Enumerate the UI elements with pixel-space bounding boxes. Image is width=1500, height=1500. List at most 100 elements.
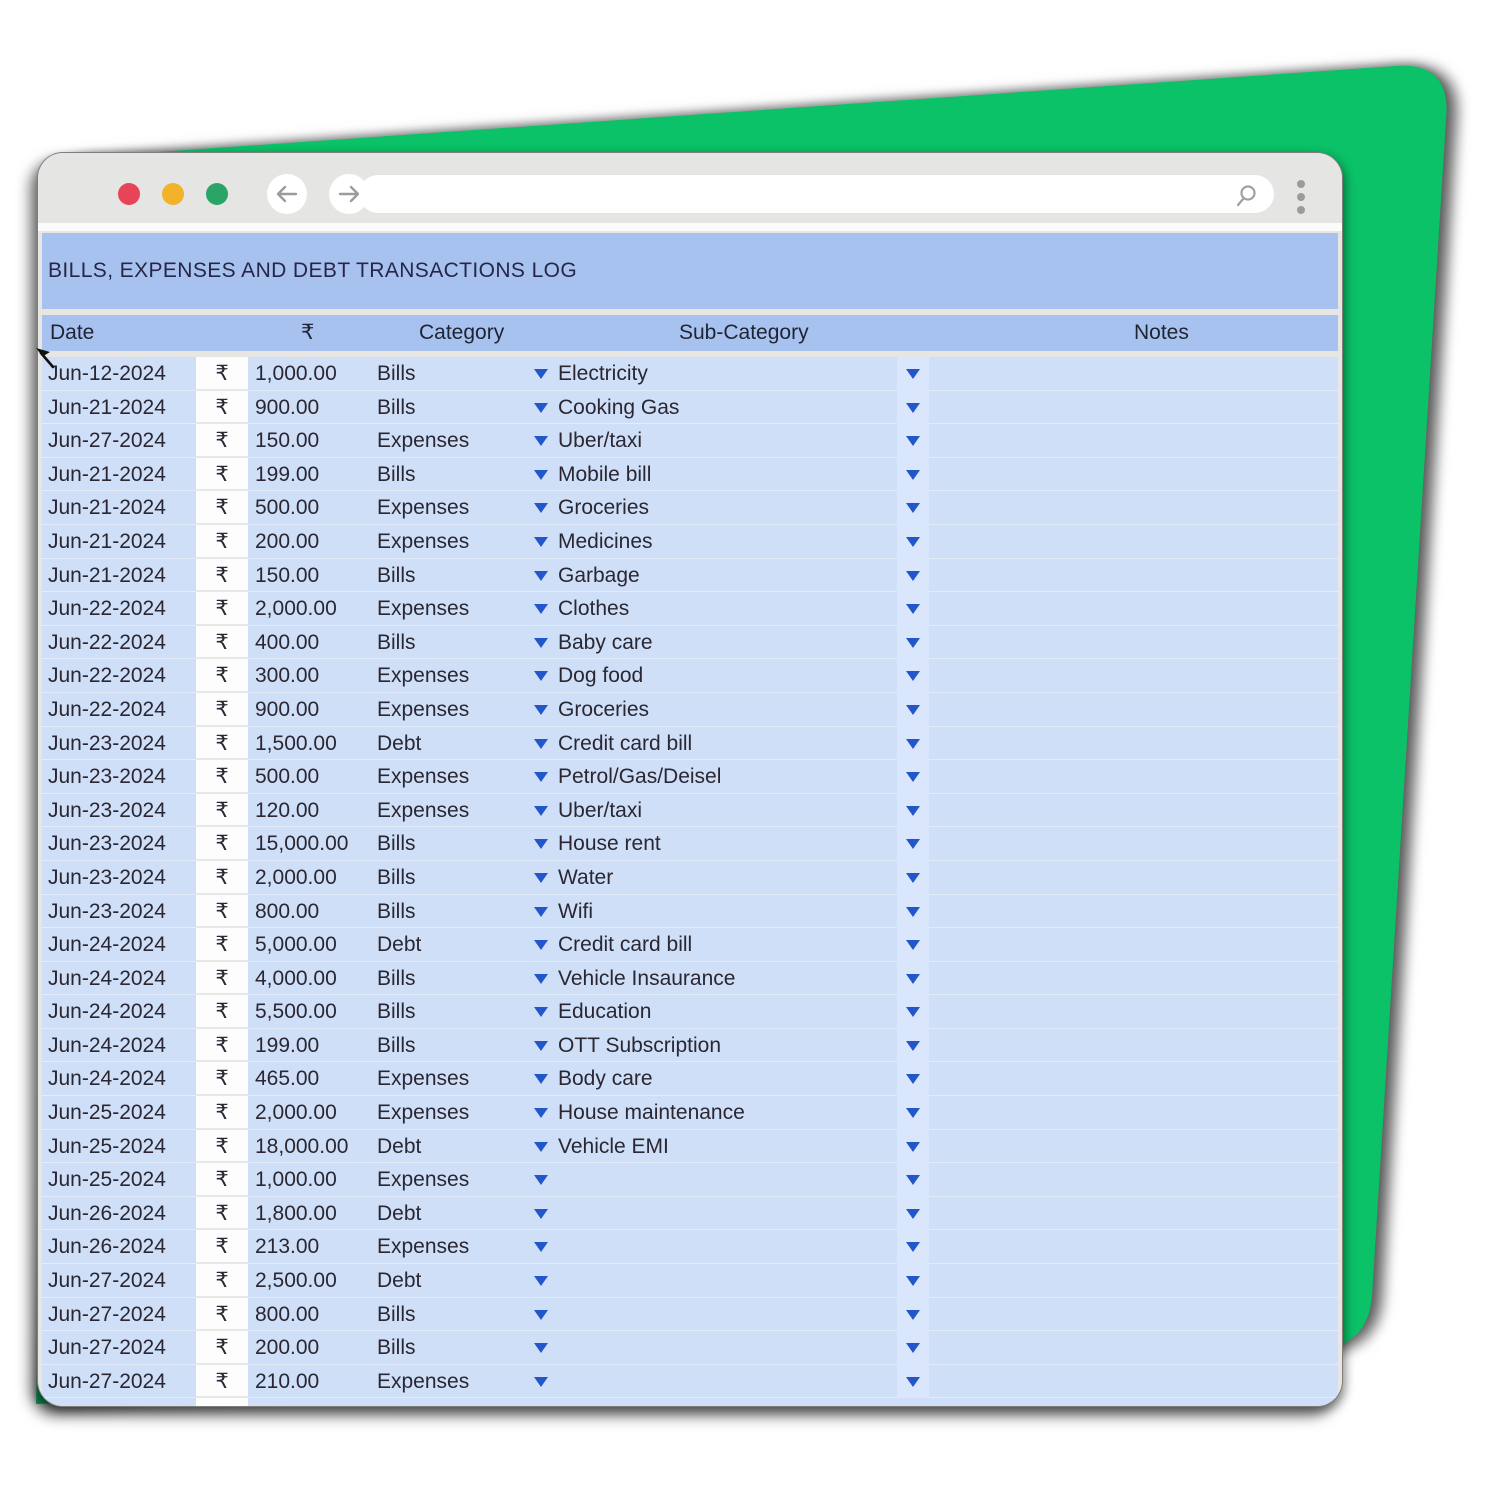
category-dropdown-icon[interactable] — [534, 1142, 548, 1152]
category-dropdown-icon[interactable] — [534, 671, 548, 681]
cell-currency[interactable]: ₹ — [196, 357, 248, 391]
cell-category[interactable]: Bills — [377, 895, 527, 929]
sub-category-dropdown-icon[interactable] — [906, 806, 920, 816]
cell-amount[interactable]: 900.00 — [255, 391, 373, 425]
cell-date[interactable]: Jun-24-2024 — [48, 1062, 194, 1096]
traffic-light-close-button[interactable] — [118, 183, 140, 205]
cell-sub-category[interactable]: Vehicle EMI — [558, 1130, 888, 1164]
cell-notes[interactable] — [932, 895, 1332, 929]
cell-currency[interactable]: ₹ — [196, 861, 248, 895]
cell-sub-category[interactable]: Body care — [558, 1062, 888, 1096]
category-dropdown-icon[interactable] — [534, 1007, 548, 1017]
cell-amount[interactable]: 210.00 — [255, 1365, 373, 1399]
sub-category-dropdown-icon[interactable] — [906, 638, 920, 648]
cell-notes[interactable] — [932, 1298, 1332, 1332]
cell-currency[interactable]: ₹ — [196, 1130, 248, 1164]
cell-notes[interactable] — [932, 592, 1332, 626]
cell-notes[interactable] — [932, 1163, 1332, 1197]
sub-category-dropdown-icon[interactable] — [906, 1276, 920, 1286]
cell-category[interactable]: Bills — [377, 861, 527, 895]
cell-notes[interactable] — [932, 391, 1332, 425]
cell-date[interactable]: Jun-21-2024 — [48, 559, 194, 593]
cell-amount[interactable]: 400.00 — [255, 626, 373, 660]
cell-date[interactable]: Jun-27-2024 — [48, 424, 194, 458]
sub-category-dropdown-icon[interactable] — [906, 470, 920, 480]
sub-category-dropdown-icon[interactable] — [906, 1142, 920, 1152]
cell-category[interactable]: Bills — [377, 357, 527, 391]
cell-date[interactable]: Jun-23-2024 — [48, 895, 194, 929]
cell-date[interactable]: Jun-27-2024 — [48, 1298, 194, 1332]
sub-category-dropdown-icon[interactable] — [906, 1007, 920, 1017]
sub-category-dropdown-icon[interactable] — [906, 1377, 920, 1387]
cell-date[interactable]: Jun-23-2024 — [48, 827, 194, 861]
cell-amount[interactable]: 2,000.00 — [255, 861, 373, 895]
cell-category[interactable]: Bills — [377, 391, 527, 425]
category-dropdown-icon[interactable] — [534, 974, 548, 984]
cell-sub-category[interactable]: Water — [558, 861, 888, 895]
sub-category-dropdown-icon[interactable] — [906, 839, 920, 849]
cell-currency[interactable]: ₹ — [196, 592, 248, 626]
cell-currency[interactable]: ₹ — [196, 962, 248, 996]
cell-notes[interactable] — [932, 626, 1332, 660]
cell-category[interactable]: Debt — [377, 727, 527, 761]
cell-date[interactable]: Jun-22-2024 — [48, 626, 194, 660]
cell-category[interactable] — [377, 1398, 527, 1407]
cell-sub-category[interactable]: Credit card bill — [558, 727, 888, 761]
search-icon[interactable] — [1234, 184, 1258, 208]
sub-category-dropdown-icon[interactable] — [906, 1209, 920, 1219]
cell-date[interactable]: Jun-23-2024 — [48, 861, 194, 895]
cell-date[interactable]: Jun-25-2024 — [48, 1130, 194, 1164]
cell-amount[interactable]: 1,000.00 — [255, 357, 373, 391]
cell-category[interactable]: Expenses — [377, 1365, 527, 1399]
cell-notes[interactable] — [932, 1197, 1332, 1231]
cell-date[interactable]: Jun-22-2024 — [48, 659, 194, 693]
category-dropdown-icon[interactable] — [534, 1377, 548, 1387]
cell-notes[interactable] — [932, 1331, 1332, 1365]
cell-category[interactable]: Expenses — [377, 1062, 527, 1096]
sub-category-dropdown-icon[interactable] — [906, 403, 920, 413]
cell-currency[interactable]: ₹ — [196, 1331, 248, 1365]
cell-currency[interactable]: ₹ — [196, 1264, 248, 1298]
category-dropdown-icon[interactable] — [534, 604, 548, 614]
cell-date[interactable]: Jun-23-2024 — [48, 760, 194, 794]
cell-amount[interactable]: 2,000.00 — [255, 1096, 373, 1130]
cell-currency[interactable]: ₹ — [196, 559, 248, 593]
cell-notes[interactable] — [932, 1230, 1332, 1264]
cell-category[interactable]: Expenses — [377, 1230, 527, 1264]
category-dropdown-icon[interactable] — [534, 503, 548, 513]
cell-notes[interactable] — [932, 1264, 1332, 1298]
cell-currency[interactable]: ₹ — [196, 1029, 248, 1063]
cell-sub-category[interactable] — [558, 1298, 888, 1332]
cell-date[interactable]: Jun-12-2024 — [48, 357, 194, 391]
cell-sub-category[interactable]: Wifi — [558, 895, 888, 929]
cell-date[interactable]: Jun-26-2024 — [48, 1197, 194, 1231]
cell-currency[interactable]: ₹ — [196, 626, 248, 660]
cell-category[interactable]: Expenses — [377, 592, 527, 626]
traffic-light-minimize-button[interactable] — [162, 183, 184, 205]
cell-amount[interactable]: 15,000.00 — [255, 827, 373, 861]
cell-sub-category[interactable] — [558, 1264, 888, 1298]
sub-category-dropdown-icon[interactable] — [906, 537, 920, 547]
cell-notes[interactable] — [932, 995, 1332, 1029]
cell-sub-category[interactable] — [558, 1163, 888, 1197]
cell-currency[interactable]: ₹ — [196, 491, 248, 525]
cell-currency[interactable]: ₹ — [196, 1163, 248, 1197]
cell-notes[interactable] — [932, 760, 1332, 794]
category-dropdown-icon[interactable] — [534, 705, 548, 715]
cell-notes[interactable] — [932, 424, 1332, 458]
cell-currency[interactable]: ₹ — [196, 1096, 248, 1130]
cell-notes[interactable] — [932, 827, 1332, 861]
cell-amount[interactable]: 2,000.00 — [255, 592, 373, 626]
category-dropdown-icon[interactable] — [534, 739, 548, 749]
cell-currency[interactable]: ₹ — [196, 1365, 248, 1399]
cell-sub-category[interactable] — [558, 1331, 888, 1365]
cell-notes[interactable] — [932, 928, 1332, 962]
category-dropdown-icon[interactable] — [534, 873, 548, 883]
cell-category[interactable]: Expenses — [377, 525, 527, 559]
category-dropdown-icon[interactable] — [534, 537, 548, 547]
cell-category[interactable]: Bills — [377, 626, 527, 660]
sub-category-dropdown-icon[interactable] — [906, 1310, 920, 1320]
cell-amount[interactable]: 4,000.00 — [255, 962, 373, 996]
cell-currency[interactable]: ₹ — [196, 760, 248, 794]
cell-sub-category[interactable]: House maintenance — [558, 1096, 888, 1130]
